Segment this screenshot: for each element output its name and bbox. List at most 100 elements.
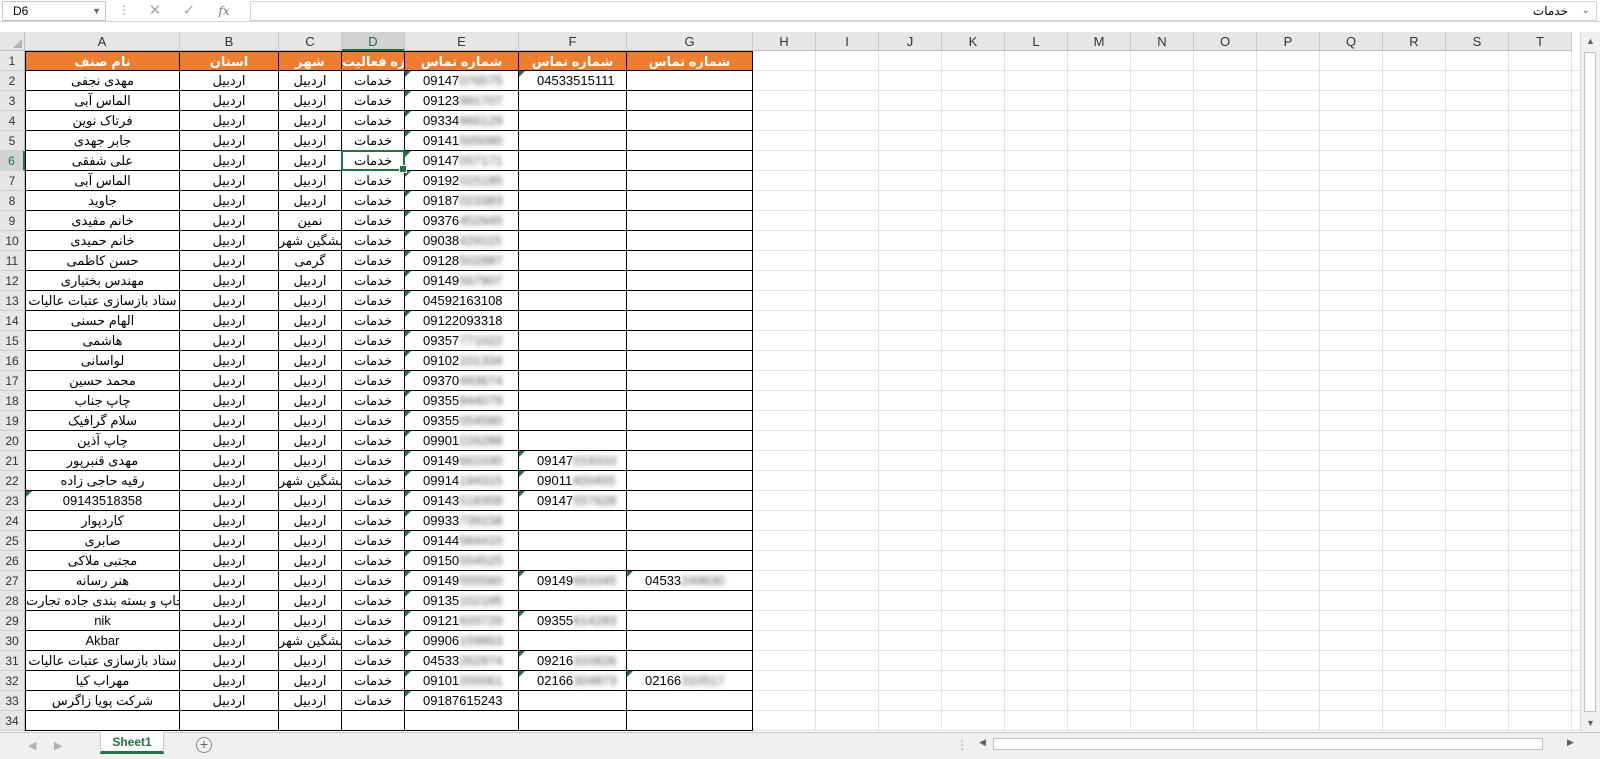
cell-e34[interactable] [405,711,519,731]
cell-e10[interactable]: 09038429115 [405,231,519,251]
cell-f13[interactable] [519,291,627,311]
column-header-n[interactable]: N [1131,32,1194,51]
cell-d3[interactable]: خدمات [342,91,405,111]
row-header-24[interactable]: 24 [0,511,25,531]
cell-c17[interactable]: اردبیل [279,371,342,391]
split-handle-icon[interactable]: ⋮ [956,738,968,752]
cell-e4[interactable]: 09334966129 [405,111,519,131]
cell-c4[interactable]: اردبیل [279,111,342,131]
row-header-32[interactable]: 32 [0,671,25,691]
column-header-b[interactable]: B [180,32,279,51]
cell-f22[interactable]: 09011400455 [519,471,627,491]
cell-a17[interactable]: محمد حسین [25,371,180,391]
cell-g6[interactable] [627,151,753,171]
cell-c33[interactable]: اردبیل [279,691,342,711]
cell-c11[interactable]: گرمی [279,251,342,271]
row-header-2[interactable]: 2 [0,71,25,91]
cell-b28[interactable]: اردبیل [180,591,279,611]
cell-c22[interactable]: مشگین شهر [279,471,342,491]
cell-e23[interactable]: 09143518358 [405,491,519,511]
cell-a28[interactable]: صنایع چاپ و بسته بندی جاده تجارت [25,591,180,611]
row-header-21[interactable]: 21 [0,451,25,471]
cell-f9[interactable] [519,211,627,231]
cancel-button[interactable]: ✕ [143,1,167,21]
cell-g24[interactable] [627,511,753,531]
cell-c8[interactable]: اردبیل [279,191,342,211]
name-box[interactable]: D6 ▼ [2,1,106,21]
column-header-s[interactable]: S [1446,32,1509,51]
cell-f4[interactable] [519,111,627,131]
cell-f25[interactable] [519,531,627,551]
row-header-29[interactable]: 29 [0,611,25,631]
cell-b13[interactable]: اردبیل [180,291,279,311]
row-header-18[interactable]: 18 [0,391,25,411]
cell-b15[interactable]: اردبیل [180,331,279,351]
cell-g29[interactable] [627,611,753,631]
cell-e33[interactable]: 09187615243 [405,691,519,711]
column-header-e[interactable]: E [405,32,519,51]
cell-a3[interactable]: الماس آبی [25,91,180,111]
cell-c20[interactable]: اردبیل [279,431,342,451]
cell-e32[interactable]: 09101200061 [405,671,519,691]
enter-button[interactable]: ✓ [177,1,201,21]
cell-c29[interactable]: اردبیل [279,611,342,631]
cell-e17[interactable]: 09370493674 [405,371,519,391]
cell-d6[interactable]: خدمات [342,151,405,171]
cell-e21[interactable]: 09149661030 [405,451,519,471]
cell-b9[interactable]: اردبیل [180,211,279,231]
cell-g15[interactable] [627,331,753,351]
cell-b21[interactable]: اردبیل [180,451,279,471]
cell-e11[interactable]: 09128502887 [405,251,519,271]
cell-g34[interactable] [627,711,753,731]
cell-c10[interactable]: مشگین شهر [279,231,342,251]
column-header-a[interactable]: A [25,32,180,51]
cell-e27[interactable]: 09149555560 [405,571,519,591]
row-header-33[interactable]: 33 [0,691,25,711]
cell-e8[interactable]: 09187023383 [405,191,519,211]
cell-c30[interactable]: مشگین شهر [279,631,342,651]
cell-a24[interactable]: کاردپوار [25,511,180,531]
cell-e26[interactable]: 09150554525 [405,551,519,571]
cell-a18[interactable]: چاپ جناب [25,391,180,411]
cell-f33[interactable] [519,691,627,711]
cell-e15[interactable]: 09357771022 [405,331,519,351]
cell-g9[interactable] [627,211,753,231]
cell-g26[interactable] [627,551,753,571]
spreadsheet-grid[interactable]: ABCDEFGHIJKLMNOPQRST 1 2 3 4 5 6 7 8 9 10 11 12 13 14… [0,32,1580,732]
header-cell-f[interactable]: شماره تماس [519,51,627,71]
cell-f7[interactable] [519,171,627,191]
cell-a12[interactable]: مهندس بختیاری [25,271,180,291]
cell-d31[interactable]: خدمات [342,651,405,671]
cell-d27[interactable]: خدمات [342,571,405,591]
row-header-31[interactable]: 31 [0,651,25,671]
cell-e18[interactable]: 09355844079 [405,391,519,411]
cell-b12[interactable]: اردبیل [180,271,279,291]
row-header-12[interactable]: 12 [0,271,25,291]
cell-d18[interactable]: خدمات [342,391,405,411]
row-header-1[interactable]: 1 [0,51,25,71]
cell-c15[interactable]: اردبیل [279,331,342,351]
row-header-15[interactable]: 15 [0,331,25,351]
cell-c7[interactable]: اردبیل [279,171,342,191]
cell-f14[interactable] [519,311,627,331]
cell-d33[interactable]: خدمات [342,691,405,711]
cell-e7[interactable]: 09192015185 [405,171,519,191]
cell-b22[interactable]: اردبیل [180,471,279,491]
cell-c26[interactable]: اردبیل [279,551,342,571]
header-cell-a[interactable]: نام صنف [25,51,180,71]
cell-a2[interactable]: مهدی نجفی [25,71,180,91]
cell-f28[interactable] [519,591,627,611]
cell-b3[interactable]: اردبیل [180,91,279,111]
cell-d30[interactable]: خدمات [342,631,405,651]
cell-a15[interactable]: هاشمی [25,331,180,351]
scroll-up-icon[interactable]: ▲ [1584,35,1597,47]
cell-b32[interactable]: اردبیل [180,671,279,691]
cell-g32[interactable]: 02166310517 [627,671,753,691]
row-header-20[interactable]: 20 [0,431,25,451]
cell-g16[interactable] [627,351,753,371]
cell-b16[interactable]: اردبیل [180,351,279,371]
cell-d13[interactable]: خدمات [342,291,405,311]
cell-f29[interactable]: 09355614283 [519,611,627,631]
row-header-17[interactable]: 17 [0,371,25,391]
cell-f32[interactable]: 02166304873 [519,671,627,691]
